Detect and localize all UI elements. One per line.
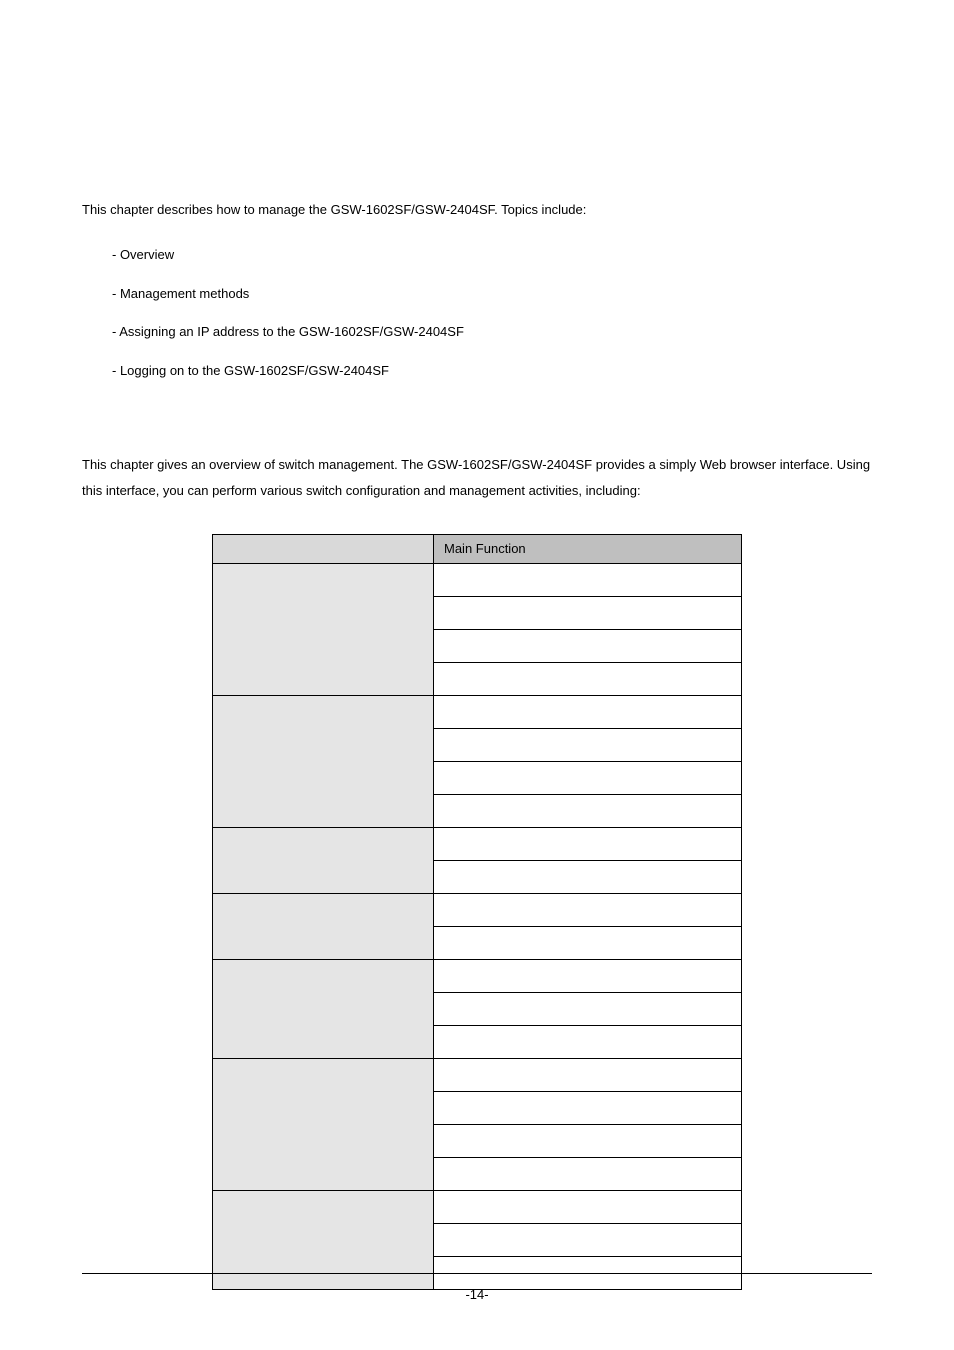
table-row bbox=[213, 1058, 742, 1091]
document-page: This chapter describes how to manage the… bbox=[0, 0, 954, 1350]
function-cell bbox=[434, 662, 742, 695]
category-cell bbox=[213, 959, 434, 1058]
function-cell bbox=[434, 992, 742, 1025]
function-cell bbox=[434, 761, 742, 794]
function-cell bbox=[434, 1223, 742, 1256]
function-cell bbox=[434, 1025, 742, 1058]
function-cell bbox=[434, 860, 742, 893]
function-cell bbox=[434, 893, 742, 926]
overview-paragraph: This chapter gives an overview of switch… bbox=[82, 452, 872, 504]
page-number: -14- bbox=[0, 1287, 954, 1302]
function-cell bbox=[434, 695, 742, 728]
bullet-mgmt-methods: - Management methods bbox=[112, 284, 872, 305]
function-cell bbox=[434, 926, 742, 959]
function-cell bbox=[434, 959, 742, 992]
topic-bullets: - Overview - Management methods - Assign… bbox=[82, 245, 872, 382]
category-cell bbox=[213, 1058, 434, 1190]
function-cell bbox=[434, 1058, 742, 1091]
table-row bbox=[213, 1190, 742, 1223]
function-cell bbox=[434, 827, 742, 860]
table-header-row: Main Function bbox=[213, 534, 742, 563]
bullet-assign-ip: - Assigning an IP address to the GSW-160… bbox=[112, 322, 872, 343]
table-row bbox=[213, 893, 742, 926]
bullet-logging-on: - Logging on to the GSW-1602SF/GSW-2404S… bbox=[112, 361, 872, 382]
category-cell bbox=[213, 695, 434, 827]
bullet-overview: - Overview bbox=[112, 245, 872, 266]
category-cell bbox=[213, 827, 434, 893]
function-cell bbox=[434, 1190, 742, 1223]
function-cell bbox=[434, 1091, 742, 1124]
table-header-main-function: Main Function bbox=[434, 534, 742, 563]
table-row bbox=[213, 563, 742, 596]
table-row bbox=[213, 959, 742, 992]
footer-rule bbox=[82, 1273, 872, 1274]
table-row bbox=[213, 695, 742, 728]
function-cell bbox=[434, 563, 742, 596]
category-cell bbox=[213, 893, 434, 959]
category-cell bbox=[213, 563, 434, 695]
function-cell bbox=[434, 1124, 742, 1157]
main-function-table: Main Function bbox=[212, 534, 742, 1290]
chapter-intro: This chapter describes how to manage the… bbox=[82, 200, 872, 221]
function-cell bbox=[434, 596, 742, 629]
table-header-category bbox=[213, 534, 434, 563]
function-cell bbox=[434, 629, 742, 662]
table-row bbox=[213, 827, 742, 860]
category-cell bbox=[213, 1190, 434, 1289]
function-cell bbox=[434, 728, 742, 761]
function-cell bbox=[434, 794, 742, 827]
function-cell bbox=[434, 1157, 742, 1190]
